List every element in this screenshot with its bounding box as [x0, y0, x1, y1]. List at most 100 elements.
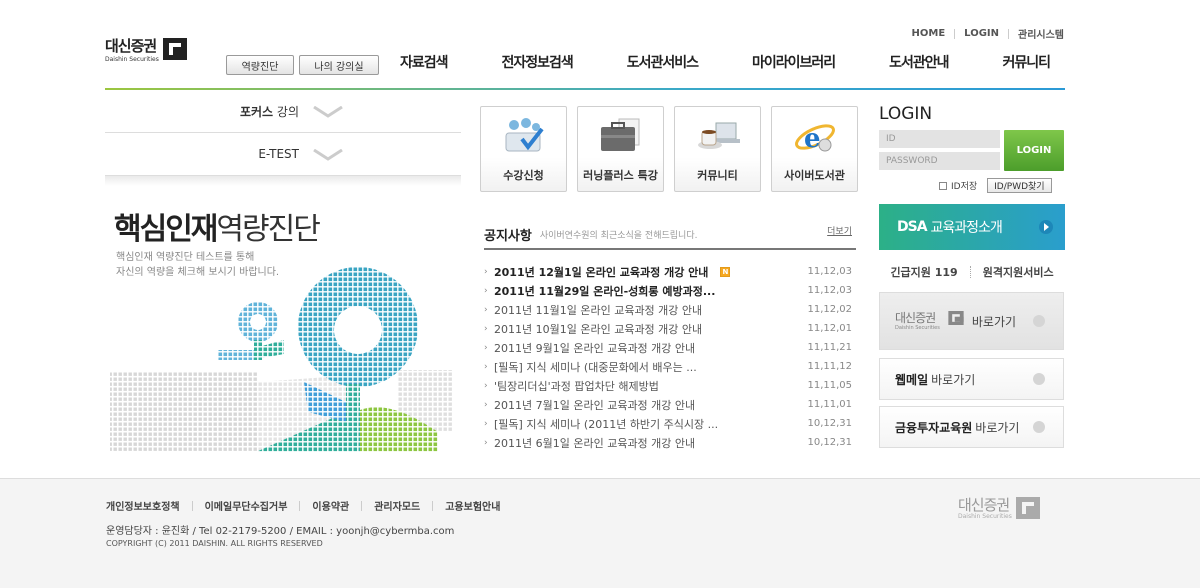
footer-link-admin[interactable]: 관리자모드	[374, 498, 420, 513]
remote-support-link[interactable]: 원격지원서비스	[983, 264, 1054, 280]
divider	[299, 500, 301, 511]
login-button[interactable]: LOGIN	[1004, 130, 1064, 171]
bullet-icon: ›	[484, 342, 488, 353]
notice-item[interactable]: › 2011년 11월1일 온라인 교육과정 개강 안내 11,12,02	[484, 300, 856, 319]
notice-item[interactable]: › 2011년 6월1일 온라인 교육과정 개강 안내 10,12,31	[484, 433, 856, 452]
id-input[interactable]: ID	[879, 130, 1000, 148]
shortcut-label-bold: 금융투자교육원	[895, 420, 973, 435]
logo-text-en: Daishin Securities	[105, 56, 159, 63]
footer-link-privacy[interactable]: 개인정보보호정책	[106, 498, 180, 513]
login-box: LOGIN ID PASSWORD LOGIN ID저장 ID/PWD찾기	[879, 104, 1065, 193]
quick-menu: 수강신청 러닝플러스 특강 커뮤니티 e 사이버도서관	[480, 106, 858, 192]
nav-item-community[interactable]: 커뮤니티	[1002, 52, 1051, 72]
shortcut-logo-en: Daishin Securities	[895, 324, 940, 331]
diagnosis-button[interactable]: 역량진단	[226, 55, 294, 75]
nav-item-data-search[interactable]: 자료검색	[400, 52, 449, 72]
chevron-down-icon	[313, 106, 343, 118]
notice-board: 공지사항 사이버연수원의 최근소식을 전해드립니다. 더보기 › 2011년 12…	[484, 220, 856, 452]
notice-item[interactable]: › '팀장리더십'과정 팝업차단 해제방법 11,11,05	[484, 376, 856, 395]
bullet-icon: ›	[484, 304, 488, 315]
find-id-pwd-button[interactable]: ID/PWD찾기	[987, 178, 1052, 193]
nav-item-library-service[interactable]: 도서관서비스	[627, 52, 699, 72]
top-link-home[interactable]: HOME	[912, 28, 946, 39]
emergency-support-link[interactable]: 긴급지원 119	[890, 264, 957, 280]
bullet-icon: ›	[484, 361, 488, 372]
notice-item[interactable]: › [필독] 지식 세미나 (2011년 하반기 주식시장 ... 10,12,31	[484, 414, 856, 433]
main-nav: 자료검색 전자정보검색 도서관서비스 마이라이브러리 도서관안내 커뮤니티	[400, 52, 1051, 72]
left-menu-label: 강의	[273, 104, 299, 119]
top-link-admin[interactable]: 관리시스템	[1018, 26, 1064, 41]
notice-item[interactable]: › 2011년 10월1일 온라인 교육과정 개강 안내 11,12,01	[484, 319, 856, 338]
save-id-checkbox[interactable]	[939, 181, 947, 190]
daishin-shortcut[interactable]: 대신증권 Daishin Securities 바로가기	[879, 292, 1064, 350]
dsa-banner[interactable]: DSA 교육과정소개	[879, 204, 1065, 250]
daishin-logo-icon	[948, 311, 964, 325]
notice-item-date: 11,12,01	[807, 323, 852, 334]
footer-link-email-refusal[interactable]: 이메일무단수집거부	[205, 498, 288, 513]
pixel-flower-illustration[interactable]	[108, 262, 468, 458]
bullet-icon: ›	[484, 418, 488, 429]
bullet-icon: ›	[484, 323, 488, 334]
left-menu-item-focus-lecture[interactable]: 포커스 강의	[105, 90, 461, 133]
divider	[361, 500, 363, 511]
arrow-right-icon	[1033, 373, 1045, 385]
left-menu-item-e-test[interactable]: E-TEST	[105, 133, 461, 176]
top-links: HOME LOGIN 관리시스템	[912, 26, 1064, 41]
notice-item-title: 2011년 7월1일 온라인 교육과정 개강 안내	[494, 398, 696, 412]
footer-logo: 대신증권 Daishin Securities	[958, 497, 1040, 520]
help-links: 긴급지원 119 원격지원서비스	[879, 264, 1065, 280]
nav-item-e-info-search[interactable]: 전자정보검색	[501, 52, 573, 72]
notice-more-link[interactable]: 더보기	[827, 224, 852, 237]
shortcut-label: 바로가기	[975, 420, 1020, 435]
quick-label: 수강신청	[503, 169, 544, 182]
left-menu-label: E-TEST	[258, 147, 299, 161]
notice-item-title: 2011년 12월1일 온라인 교육과정 개강 안내	[494, 265, 709, 279]
notice-item[interactable]: › 2011년 11월29일 온라인-성희롱 예방과정... 11,12,03	[484, 281, 856, 300]
password-input[interactable]: PASSWORD	[879, 152, 1000, 170]
notice-item[interactable]: › [필독] 지식 세미나 (대중문화에서 배우는 ... 11,11,12	[484, 357, 856, 376]
arrow-right-icon	[1039, 220, 1053, 234]
visual-title-light: 역량진단	[216, 212, 320, 247]
notice-item-date: 11,12,03	[807, 285, 852, 296]
notice-title: 공지사항	[484, 228, 532, 244]
left-menu-label-bold: 포커스	[239, 104, 274, 119]
footer-contact-info: 운영담당자 : 윤진화 / Tel 02-2179-5200 / EMAIL :…	[106, 526, 455, 537]
top-link-login[interactable]: LOGIN	[964, 28, 999, 39]
nav-item-library-guide[interactable]: 도서관안내	[889, 52, 949, 72]
footer-link-terms[interactable]: 이용약관	[312, 498, 349, 513]
notice-item[interactable]: › 2011년 12월1일 온라인 교육과정 개강 안내 N 11,12,03	[484, 262, 856, 281]
logo-text-ko: 대신증권	[105, 37, 157, 55]
users-check-icon	[505, 118, 544, 152]
bullet-icon: ›	[484, 266, 488, 277]
left-menu: 포커스 강의 E-TEST	[105, 90, 461, 186]
nav-item-my-library[interactable]: 마이라이브러리	[752, 52, 836, 72]
finance-education-shortcut[interactable]: 금융투자교육원 바로가기	[879, 406, 1064, 448]
notice-item-title: 2011년 9월1일 온라인 교육과정 개강 안내	[494, 341, 696, 355]
login-title: LOGIN	[879, 104, 933, 124]
footer-link-insurance[interactable]: 고용보험안내	[445, 498, 500, 513]
divider	[969, 266, 971, 278]
shortcut-label: 바로가기	[971, 314, 1017, 329]
notice-item-date: 11,11,21	[807, 342, 852, 353]
shortcut-logo-ko: 대신증권	[895, 310, 936, 325]
quick-cyber-library[interactable]: e 사이버도서관	[771, 106, 858, 192]
my-classroom-button[interactable]: 나의 강의실	[299, 55, 379, 75]
quick-learning-plus[interactable]: 러닝플러스 특강	[577, 106, 664, 192]
quick-enroll[interactable]: 수강신청	[480, 106, 567, 192]
bullet-icon: ›	[484, 380, 488, 391]
notice-item[interactable]: › 2011년 9월1일 온라인 교육과정 개강 안내 11,11,21	[484, 338, 856, 357]
divider	[954, 28, 956, 39]
notice-item[interactable]: › 2011년 7월1일 온라인 교육과정 개강 안내 11,11,01	[484, 395, 856, 414]
daishin-logo-icon	[162, 38, 187, 60]
footer-copyright: COPYRIGHT (C) 2011 DAISHIN. ALL RIGHTS R…	[106, 539, 323, 548]
bullet-icon: ›	[484, 285, 488, 296]
site-logo[interactable]: 대신증권 Daishin Securities	[105, 38, 187, 64]
footer-logo-ko: 대신증권	[958, 496, 1010, 514]
footer-logo-en: Daishin Securities	[958, 513, 1012, 520]
notice-item-date: 10,12,31	[807, 437, 852, 448]
arrow-right-icon	[1033, 315, 1045, 327]
webmail-shortcut[interactable]: 웹메일 바로가기	[879, 358, 1064, 400]
coffee-laptop-icon	[697, 122, 740, 149]
notice-item-title: 2011년 6월1일 온라인 교육과정 개강 안내	[494, 436, 696, 450]
quick-community[interactable]: 커뮤니티	[674, 106, 761, 192]
